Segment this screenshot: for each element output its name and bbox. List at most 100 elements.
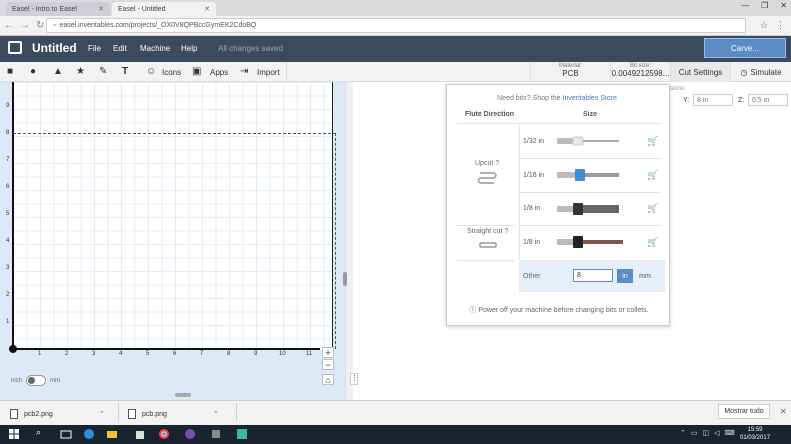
unit-switch[interactable] [26,375,47,386]
y-axis [12,82,14,350]
chevron-up-icon[interactable]: ⌃ [99,410,105,418]
apps-button[interactable]: Apps [210,68,228,77]
windows-start-icon[interactable] [8,428,20,440]
star-tool-icon[interactable]: ★ [76,66,85,77]
x-tick: 7 [200,351,204,357]
unit-toggle[interactable]: inch mm [11,375,60,386]
z-position-input[interactable] [748,94,788,106]
power-off-notice: ⓘ Power off your machine before changing… [447,305,671,315]
menu-machine[interactable]: Machine [140,44,170,53]
import-button[interactable]: Import [257,68,280,77]
simulate-button[interactable]: ◷ Simulate [730,62,791,82]
y-position-input[interactable] [693,94,733,106]
triangle-tool-icon[interactable]: ▲ [53,66,63,77]
clock-date: 01/03/2017 [740,435,771,441]
show-all-downloads-button[interactable]: Mostrar tudo [718,404,770,419]
fritzing-icon[interactable] [236,428,248,440]
bit-row-1-8-upcut[interactable]: 1/8 in 🛒 [519,193,671,225]
tab-untitled[interactable]: Easel - Untitled ✕ [112,2,216,16]
network-icon[interactable]: ◫ [703,429,710,437]
system-clock[interactable]: 15:59 01/03/2017 [740,426,770,442]
url-text: easel.inventables.com/projects/_OX0V8QPB… [59,22,257,29]
close-icon[interactable]: ✕ [98,5,104,13]
menu-help[interactable]: Help [181,44,197,53]
maximize-icon[interactable]: ❐ [761,1,768,10]
upcut-flute-icon [477,172,497,184]
close-icon[interactable]: ✕ [204,5,210,13]
download-item[interactable]: pcb.png ⌃ [128,409,219,419]
apps-icon[interactable]: ▣ [192,66,201,77]
import-icon[interactable]: ⇥ [240,66,248,77]
volume-icon[interactable]: ◁ [714,429,719,437]
chevron-up-icon[interactable]: ⌃ [680,429,686,437]
close-download-bar-icon[interactable]: ✕ [780,407,787,416]
cart-icon[interactable]: 🛒 [647,170,658,181]
bit-row-1-8-straight[interactable]: 1/8 in 🛒 [519,226,671,260]
menu-icon[interactable]: ⋮ [776,20,785,31]
info-icon: ⓘ [469,307,477,314]
cart-icon[interactable]: 🛒 [647,136,658,147]
tab-intro-to-easel[interactable]: Easel - Intro to Easel ✕ [6,2,110,16]
store-icon[interactable] [134,428,146,440]
divider [457,123,661,124]
download-divider [118,403,119,421]
x-axis [12,348,320,350]
reload-icon[interactable]: ↻ [36,20,44,31]
home-icon[interactable]: ⌂ [322,374,334,385]
search-icon[interactable]: ⌕ [36,427,41,438]
help-icon[interactable]: ? [495,160,499,167]
square-tool-icon[interactable]: ■ [7,66,13,77]
panel-resize-handle[interactable] [343,272,347,286]
cart-icon[interactable]: 🛒 [647,237,658,248]
project-title[interactable]: Untitled [32,41,77,55]
star-icon[interactable]: ☆ [760,20,768,31]
url-input[interactable]: ▫ easel.inventables.com/projects/_OX0V8Q… [46,18,746,33]
chrome-icon[interactable] [158,428,170,440]
carve-button[interactable]: Carve... [704,38,786,58]
material-selector[interactable]: Material: PCB [530,62,610,82]
file-explorer-icon[interactable] [106,428,118,440]
back-icon[interactable]: ← [4,20,14,31]
tab-label: Easel - Intro to Easel [12,5,77,13]
y-tick: 3 [6,265,10,271]
help-icon[interactable]: ? [504,228,508,235]
minimize-icon[interactable]: — [741,1,749,10]
zoom-in-button[interactable]: + [322,347,334,358]
pen-tool-icon[interactable]: ✎ [99,66,107,77]
unit-mm-button[interactable]: mm [637,269,653,283]
save-status: All changes saved [218,44,283,53]
bit-1-8-straight-icon [557,236,623,248]
zoom-out-button[interactable]: − [322,359,334,370]
x-tick: 9 [254,351,258,357]
shop-bits-notice: Need bits? Shop the Inventables Store [447,95,671,102]
inventables-store-link[interactable]: Inventables Store [563,95,617,102]
github-icon[interactable] [184,428,196,440]
edge-icon[interactable] [83,428,95,440]
cut-settings-button[interactable]: Cut Settings [670,62,730,82]
unit-in-button[interactable]: in [617,269,633,283]
text-tool-icon[interactable]: T [122,66,128,77]
panel-divider [345,82,353,400]
forward-icon[interactable]: → [20,20,30,31]
download-item[interactable]: pcb2.png ⌃ [10,409,105,419]
menu-file[interactable]: File [88,44,101,53]
cart-icon[interactable]: 🛒 [647,203,658,214]
window-close-icon[interactable]: ✕ [780,1,787,10]
chevron-up-icon[interactable]: ⌃ [213,410,219,418]
more-options-icon[interactable]: ⋮ [350,373,358,385]
horizontal-scrollbar[interactable] [175,393,191,397]
circle-tool-icon[interactable]: ● [30,66,36,77]
task-view-icon[interactable] [60,428,72,440]
keyboard-icon[interactable]: ⌨ [725,429,735,437]
bit-row-1-16[interactable]: 1/16 in 🛒 [519,159,671,193]
x-tick: 5 [146,351,150,357]
menu-edit[interactable]: Edit [113,44,127,53]
bit-size-selector[interactable]: Bit size: 0.0049212598... [610,62,670,82]
app-icon[interactable] [210,428,222,440]
smiley-icon[interactable]: ☺ [146,66,156,77]
bit-row-1-32[interactable]: 1/32 in 🛒 [519,125,671,159]
battery-icon[interactable]: ▭ [691,429,698,437]
other-bit-size-input[interactable] [573,269,613,282]
easel-logo-icon[interactable] [8,41,22,54]
icons-button[interactable]: Icons [162,68,181,77]
